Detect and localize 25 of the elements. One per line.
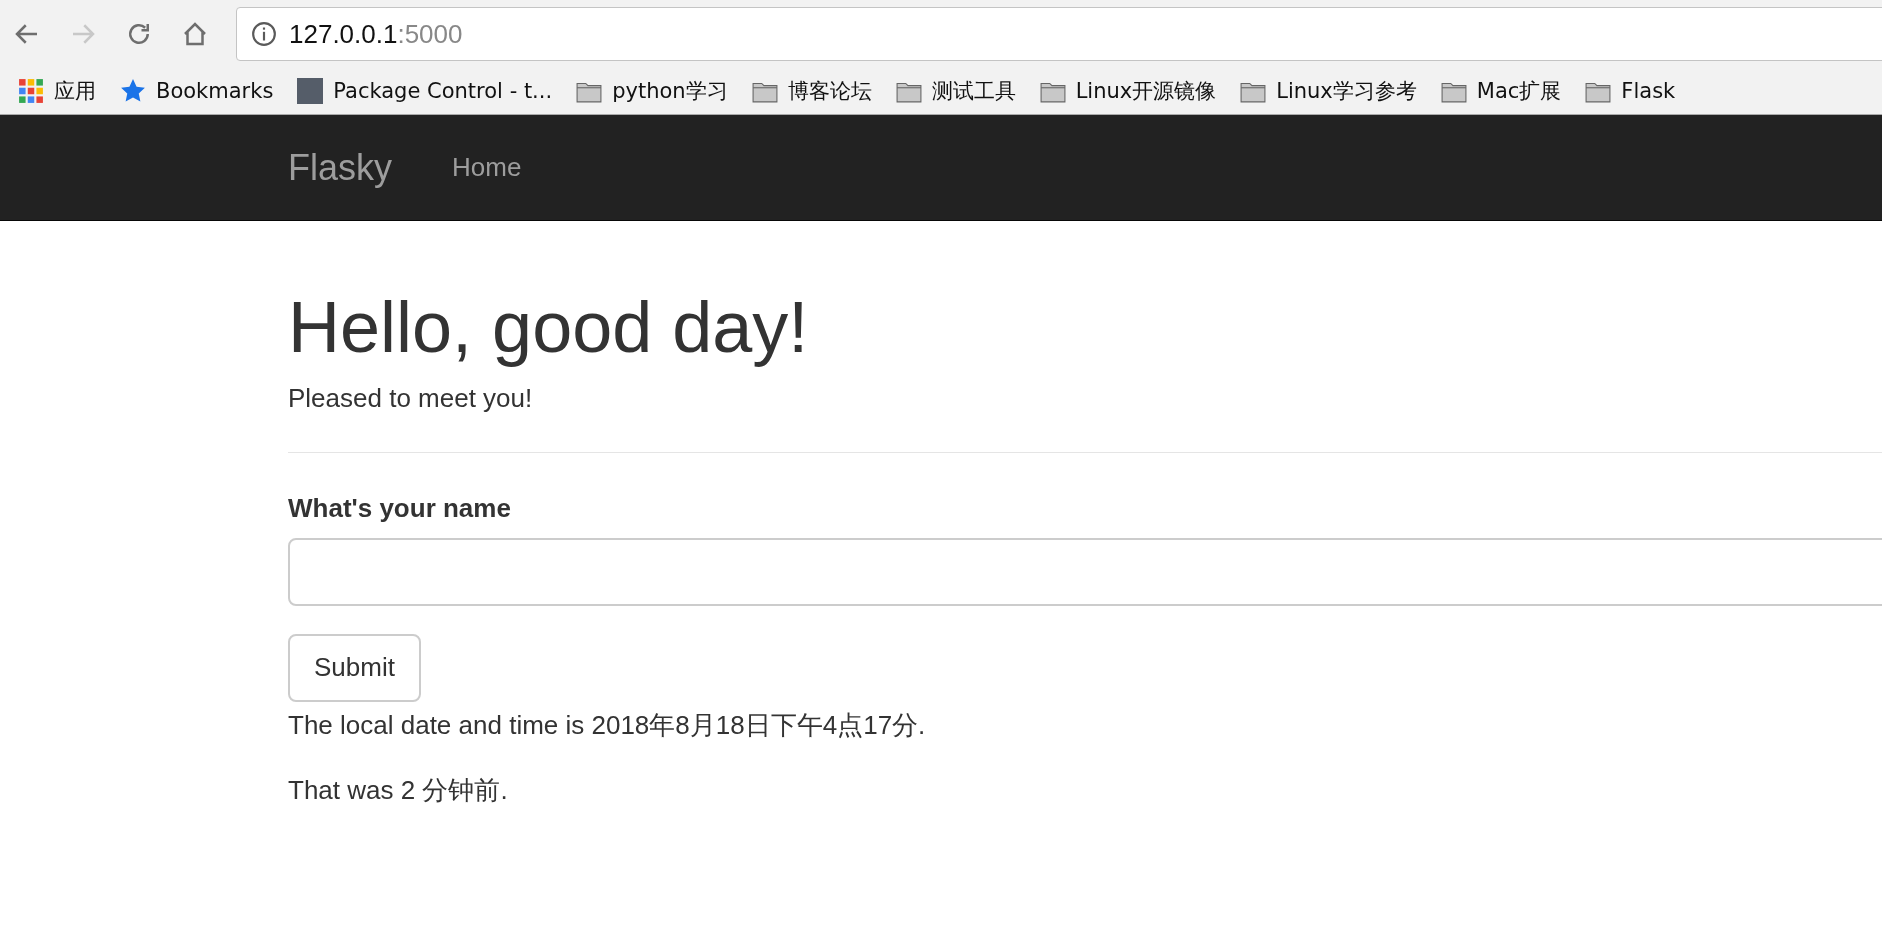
bookmark-item[interactable]: 测试工具 [895,77,1016,105]
brand-link[interactable]: Flasky [288,146,392,189]
subheading-text: Pleased to meet you! [288,382,534,414]
bookmark-item[interactable]: Flask [1585,78,1676,104]
bookmark-item[interactable]: 博客论坛 [751,77,872,105]
info-text: The local date and time is 2018年8月18日下午4点17分. [288,708,927,742]
bookmark-item[interactable]: Bookmarks [120,78,274,104]
apps-grid-icon [18,78,44,104]
info-text: That was 2 分钟前. [288,773,509,807]
bookmark-item[interactable]: Package Control - t... [297,78,553,104]
field-label: What's your name [288,492,512,524]
address-bar[interactable]: 127.0.0.1:5000 [236,7,1882,61]
name-input-field[interactable] [288,537,1882,606]
bookmark-item[interactable]: python学习 [576,77,728,105]
url-text: 127.0.0.1:5000 [289,18,463,50]
bookmark-item[interactable]: Linux学习参考 [1240,77,1417,105]
star-icon [120,78,146,104]
info-icon[interactable] [251,21,277,47]
bookmark-item[interactable]: Linux开源镜像 [1039,77,1217,105]
bookmark-item[interactable]: 应用 [18,77,96,105]
nav-link[interactable]: Home [452,152,522,183]
submit-button[interactable]: Submit [288,633,421,702]
bookmark-item[interactable]: Mac扩展 [1440,77,1562,105]
page-icon [297,78,324,104]
page-heading: Hello, good day! [288,286,810,369]
